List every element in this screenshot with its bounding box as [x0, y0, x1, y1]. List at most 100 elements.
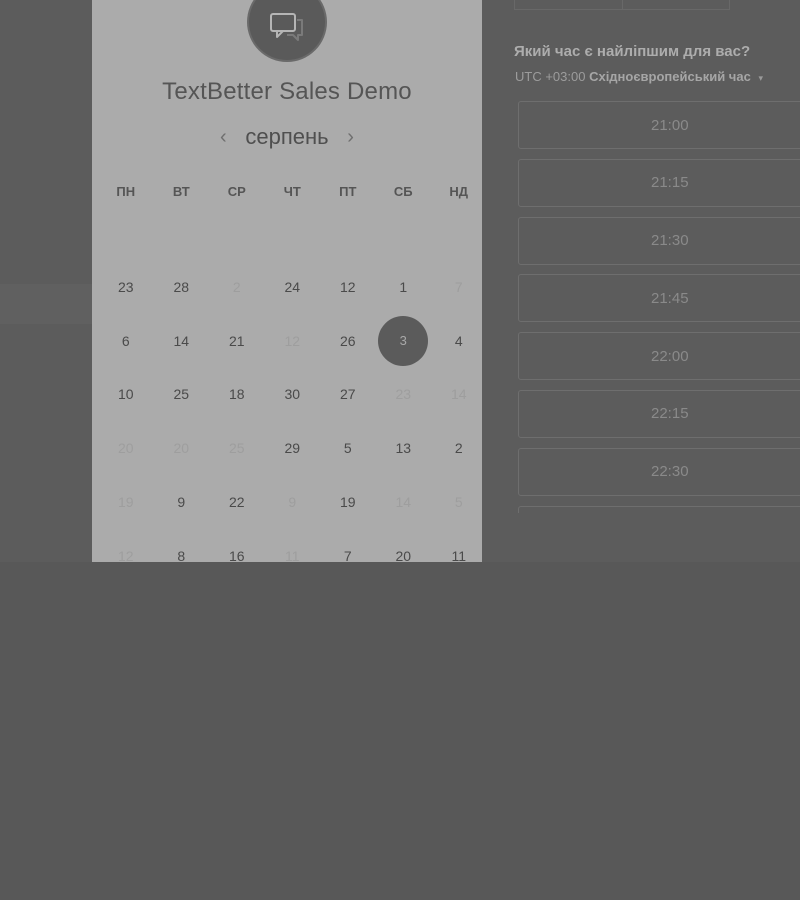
calendar-day-label: 20: [117, 440, 134, 457]
calendar-day-label: 22: [228, 494, 245, 511]
calendar-day-label: 27: [339, 386, 356, 403]
calendar-day-label: 6: [121, 332, 130, 349]
time-slot-button[interactable]: 21:30: [518, 216, 800, 265]
time-slot-button[interactable]: 21:15: [518, 158, 800, 207]
timezone-selector[interactable]: UTC +03:00 Східноєвропейський час ▾: [515, 69, 763, 84]
calendar-day[interactable]: 24: [265, 260, 321, 314]
calendar-day-label: 11: [284, 547, 300, 562]
time-slot-button[interactable]: 22:30: [518, 447, 800, 496]
calendar-day[interactable]: 1: [376, 260, 432, 314]
calendar-day[interactable]: 6: [98, 314, 154, 368]
calendar-day[interactable]: 5: [320, 421, 376, 475]
calendar-day[interactable]: 16: [209, 529, 265, 562]
calendar-day-label: 25: [173, 386, 190, 403]
calendar-day-label: 10: [117, 386, 134, 403]
booking-screen: TextBetter Sales Demo ‹ серпень › ПН ВТ …: [0, 0, 800, 900]
month-navigation: ‹ серпень ›: [92, 124, 482, 150]
prev-month-button[interactable]: ‹: [215, 126, 231, 149]
next-month-button[interactable]: ›: [343, 126, 359, 149]
calendar-day-label: 25: [228, 440, 245, 457]
calendar-day-label: 21: [228, 332, 245, 349]
view-toggle-left[interactable]: [515, 0, 623, 9]
calendar-day[interactable]: 30: [265, 368, 321, 422]
time-slot-button[interactable]: 21:45: [518, 274, 800, 323]
weekday-header: ПН ВТ СР ЧТ ПТ СБ НД: [98, 184, 482, 199]
view-toggle: [514, 0, 730, 10]
calendar-day-label: 19: [117, 494, 134, 511]
calendar-day[interactable]: 10: [98, 368, 154, 422]
view-toggle-right[interactable]: [623, 0, 730, 9]
calendar-day[interactable]: 14: [376, 475, 432, 529]
calendar-day[interactable]: 20: [154, 421, 210, 475]
calendar-day[interactable]: 11: [431, 529, 482, 562]
calendar-day[interactable]: 7: [320, 529, 376, 562]
time-slot-button[interactable]: 21:00: [518, 101, 800, 149]
calendar-day[interactable]: 20: [376, 529, 432, 562]
calendar-day-label: 2: [454, 440, 463, 457]
calendar-day[interactable]: 2: [209, 260, 265, 314]
calendar-day[interactable]: 2: [431, 421, 482, 475]
time-slot-partial: [518, 505, 800, 513]
timezone-name: Східноєвропейський час: [589, 69, 751, 84]
weekday-label: СБ: [393, 184, 413, 199]
calendar-day[interactable]: 5: [431, 475, 482, 529]
calendar-day[interactable]: 12: [98, 529, 154, 562]
calendar-day[interactable]: 29: [265, 421, 321, 475]
weekday-label: СР: [227, 184, 246, 199]
time-slot-button[interactable]: 22:00: [518, 332, 800, 381]
calendar-day[interactable]: 25: [209, 421, 265, 475]
time-selection-panel: Який час є найліпшим для вас? UTC +03:00…: [514, 0, 800, 562]
calendar-day[interactable]: 23: [376, 368, 432, 422]
calendar-day[interactable]: 22: [209, 475, 265, 529]
calendar-day-label: 16: [228, 547, 245, 562]
calendar-day-label: 26: [339, 332, 356, 349]
calendar-day-label: 19: [339, 494, 356, 511]
calendar-day-label: 4: [454, 332, 463, 349]
calendar-day-label: 3: [378, 315, 429, 366]
calendar-day-label: 5: [343, 440, 352, 457]
calendar-day-label: 24: [284, 278, 301, 295]
weekday-label: ВТ: [172, 184, 190, 199]
calendar-day-label: 29: [284, 440, 301, 457]
weekday-label: ЧТ: [283, 184, 301, 199]
calendar-day-label: 18: [228, 386, 245, 403]
calendar-day-label: 28: [173, 278, 190, 295]
calendar-day-selected[interactable]: 3: [376, 314, 432, 368]
calendar-day[interactable]: 20: [98, 421, 154, 475]
chat-bubble-icon: [270, 13, 303, 41]
calendar-day[interactable]: 21: [209, 314, 265, 368]
calendar-day-label: 2: [232, 278, 241, 295]
event-title: TextBetter Sales Demo: [162, 78, 412, 105]
time-slot-button[interactable]: 22:15: [518, 389, 800, 438]
calendar-day[interactable]: 4: [431, 314, 482, 368]
calendar-day-label: 23: [395, 386, 412, 403]
calendar-day[interactable]: 19: [320, 475, 376, 529]
calendar-day-label: 8: [177, 547, 186, 562]
event-avatar: [249, 0, 325, 60]
calendar-day-label: 12: [339, 278, 356, 295]
calendar-days-grid: 23 28 2 24 12 1 7 6 14 21 12 26 3 4 10 25 18 30 27 23 14 20 20…: [98, 260, 482, 562]
calendar-day-label: 13: [395, 440, 412, 457]
calendar-day[interactable]: 23: [98, 260, 154, 314]
calendar-day[interactable]: 25: [154, 368, 210, 422]
calendar-day[interactable]: 14: [431, 368, 482, 422]
calendar-day[interactable]: 11: [265, 529, 321, 562]
calendar-day[interactable]: 9: [265, 475, 321, 529]
calendar-day[interactable]: 12: [265, 314, 321, 368]
calendar-day-label: 7: [343, 547, 352, 562]
calendar-day[interactable]: 27: [320, 368, 376, 422]
calendar-day[interactable]: 14: [154, 314, 210, 368]
calendar-day[interactable]: 8: [154, 529, 210, 562]
calendar-day[interactable]: 19: [98, 475, 154, 529]
calendar-day[interactable]: 18: [209, 368, 265, 422]
calendar-day[interactable]: 12: [320, 260, 376, 314]
calendar-day[interactable]: 7: [431, 260, 482, 314]
calendar-day[interactable]: 28: [154, 260, 210, 314]
month-label: серпень: [245, 124, 329, 149]
calendar-day[interactable]: 13: [376, 421, 432, 475]
weekday-label: ПН: [116, 184, 136, 199]
calendar-day-label: 9: [177, 494, 186, 511]
left-divider: [0, 284, 92, 324]
calendar-day[interactable]: 9: [154, 475, 210, 529]
calendar-day[interactable]: 26: [320, 314, 376, 368]
